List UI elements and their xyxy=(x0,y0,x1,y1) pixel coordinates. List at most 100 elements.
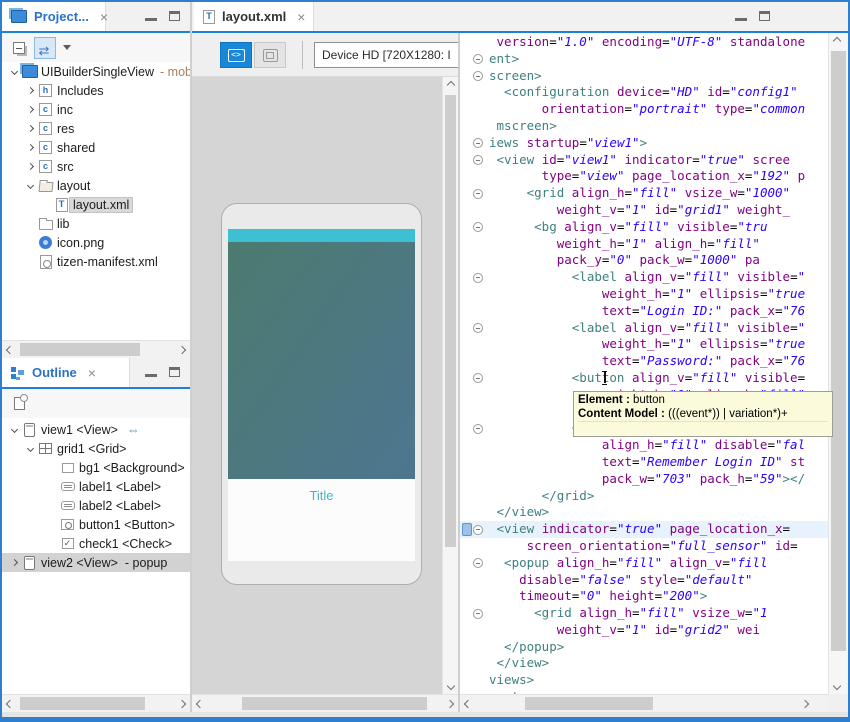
code-line[interactable]: text="Password:" pack_x="76 xyxy=(460,353,828,370)
tree-item[interactable]: icon.png xyxy=(2,233,190,252)
fold-icon[interactable] xyxy=(473,609,483,619)
scroll-up-icon[interactable] xyxy=(443,77,458,93)
expander-collapsed-icon[interactable] xyxy=(24,126,37,131)
link-editor-button[interactable] xyxy=(34,37,56,59)
canvas-vscrollbar[interactable] xyxy=(442,77,458,694)
project-hscrollbar[interactable] xyxy=(2,340,190,358)
code-line[interactable]: <grid align_h="fill" vsize_w="1 xyxy=(460,605,828,622)
fold-icon[interactable] xyxy=(473,54,483,64)
expander-collapsed-icon[interactable] xyxy=(24,107,37,112)
scrollbar-thumb[interactable] xyxy=(20,343,140,356)
expander-collapsed-icon[interactable] xyxy=(24,88,37,93)
code-line[interactable]: </popup> xyxy=(460,639,828,656)
scrollbar-thumb[interactable] xyxy=(242,697,427,710)
maximize-icon[interactable] xyxy=(169,11,180,21)
view-menu-button[interactable] xyxy=(60,37,74,59)
scrollbar-thumb[interactable] xyxy=(525,697,653,710)
scroll-right-icon[interactable] xyxy=(442,696,458,712)
scroll-left-icon[interactable] xyxy=(192,696,208,712)
tree-item[interactable]: layout xyxy=(2,176,190,195)
close-icon[interactable]: × xyxy=(293,10,305,24)
outline-hscrollbar[interactable] xyxy=(2,694,190,712)
code-line[interactable]: weight_h="1" ellipsis="true xyxy=(460,286,828,303)
code-line[interactable]: <view indicator="true" page_location_x= xyxy=(460,521,828,538)
fold-icon[interactable] xyxy=(473,189,483,199)
scroll-left-icon[interactable] xyxy=(2,342,18,358)
tab-outline[interactable]: Outline × xyxy=(2,358,130,387)
code-line[interactable]: pack_y="0" pack_w="1000" pa xyxy=(460,252,828,269)
expander-expanded-icon[interactable] xyxy=(8,69,21,74)
fold-icon[interactable] xyxy=(473,138,483,148)
scroll-down-icon[interactable] xyxy=(829,678,845,694)
tree-item[interactable]: inc xyxy=(2,100,190,119)
scroll-right-icon[interactable] xyxy=(797,696,813,712)
expander-expanded-icon[interactable] xyxy=(24,183,37,188)
code-line[interactable]: <configuration device="HD" id="config1" xyxy=(460,84,828,101)
scroll-down-icon[interactable] xyxy=(443,678,458,694)
outline-item-button1[interactable]: button1 <Button> xyxy=(2,515,190,534)
tree-item[interactable]: Includes xyxy=(2,81,190,100)
code-line[interactable]: ent> xyxy=(460,51,828,68)
code-hscrollbar[interactable] xyxy=(460,694,828,712)
outline-item-check1[interactable]: check1 <Check> xyxy=(2,534,190,553)
outline-item-bg1[interactable]: bg1 <Background> xyxy=(2,458,190,477)
scrollbar-thumb[interactable] xyxy=(445,95,456,547)
code-line[interactable]: weight_h="1" ellipsis="true xyxy=(460,336,828,353)
code-line[interactable]: <label align_v="fill" visible=" xyxy=(460,320,828,337)
code-line[interactable]: <bg align_v="fill" visible="tru xyxy=(460,219,828,236)
code-line[interactable]: views> xyxy=(460,672,828,689)
code-line[interactable]: version="1.0" encoding="UTF-8" standalon… xyxy=(460,34,828,51)
device-selector[interactable]: Device HD [720X1280: I xyxy=(314,42,458,68)
minimize-icon[interactable] xyxy=(145,18,157,21)
focus-element-button[interactable] xyxy=(8,393,30,415)
tree-item[interactable]: lib xyxy=(2,214,190,233)
code-line[interactable]: </view> xyxy=(460,655,828,672)
code-line[interactable]: screen> xyxy=(460,68,828,85)
fold-icon[interactable] xyxy=(473,424,483,434)
code-line[interactable]: iews startup="view1"> xyxy=(460,135,828,152)
code-line[interactable]: mscreen> xyxy=(460,118,828,135)
canvas-hscrollbar[interactable] xyxy=(192,694,458,712)
fold-icon[interactable] xyxy=(473,222,483,232)
code-line[interactable]: </view> xyxy=(460,504,828,521)
outline-item-view1[interactable]: view1 <View>⇔ xyxy=(2,420,190,439)
code-vscrollbar[interactable] xyxy=(828,33,848,694)
outline-item-label1[interactable]: label1 <Label> xyxy=(2,477,190,496)
scrollbar-thumb[interactable] xyxy=(831,51,846,651)
code-line[interactable]: text="Remember Login ID" st xyxy=(460,454,828,471)
code-line[interactable]: <label align_v="fill" visible=" xyxy=(460,269,828,286)
design-view-toggle[interactable] xyxy=(254,42,286,68)
close-icon[interactable]: × xyxy=(84,366,96,380)
scrollbar-thumb[interactable] xyxy=(20,697,145,710)
tree-item[interactable]: res xyxy=(2,119,190,138)
tree-item-root[interactable]: UIBuilderSingleView- mob xyxy=(2,62,190,81)
code-line[interactable]: text="Login ID:" pack_x="76 xyxy=(460,303,828,320)
phone-preview[interactable]: Title xyxy=(221,203,422,585)
code-line[interactable]: type="view" page_location_x="192" p xyxy=(460,168,828,185)
minimize-icon[interactable] xyxy=(145,374,157,377)
fold-icon[interactable] xyxy=(473,155,483,165)
tree-item[interactable]: layout.xml xyxy=(2,195,190,214)
fold-icon[interactable] xyxy=(473,525,483,535)
expander-collapsed-icon[interactable] xyxy=(24,145,37,150)
outline-item-view2[interactable]: view2 <View>- popup xyxy=(2,553,190,572)
tab-layout-xml[interactable]: layout.xml × xyxy=(194,2,314,31)
scroll-left-icon[interactable] xyxy=(2,696,18,712)
annotation-marker[interactable] xyxy=(462,523,472,536)
expander-expanded-icon[interactable] xyxy=(8,427,21,432)
code-line[interactable]: <grid align_h="fill" vsize_w="1000" xyxy=(460,185,828,202)
code-line[interactable]: <view id="view1" indicator="true" scree xyxy=(460,152,828,169)
collapse-all-button[interactable] xyxy=(8,37,30,59)
source-view-toggle[interactable] xyxy=(220,42,252,68)
scroll-right-icon[interactable] xyxy=(174,342,190,358)
fold-icon[interactable] xyxy=(473,273,483,283)
scroll-up-icon[interactable] xyxy=(829,33,845,49)
tree-item[interactable]: tizen-manifest.xml xyxy=(2,252,190,271)
maximize-icon[interactable] xyxy=(759,11,770,21)
scroll-left-icon[interactable] xyxy=(460,696,476,712)
outline-item-grid1[interactable]: grid1 <Grid> xyxy=(2,439,190,458)
design-canvas[interactable]: Title xyxy=(192,77,442,694)
scroll-right-icon[interactable] xyxy=(174,696,190,712)
code-line[interactable]: <button align_v="fill" visible= xyxy=(460,370,828,387)
code-line[interactable]: weight_h="1" align_h="fill" xyxy=(460,236,828,253)
